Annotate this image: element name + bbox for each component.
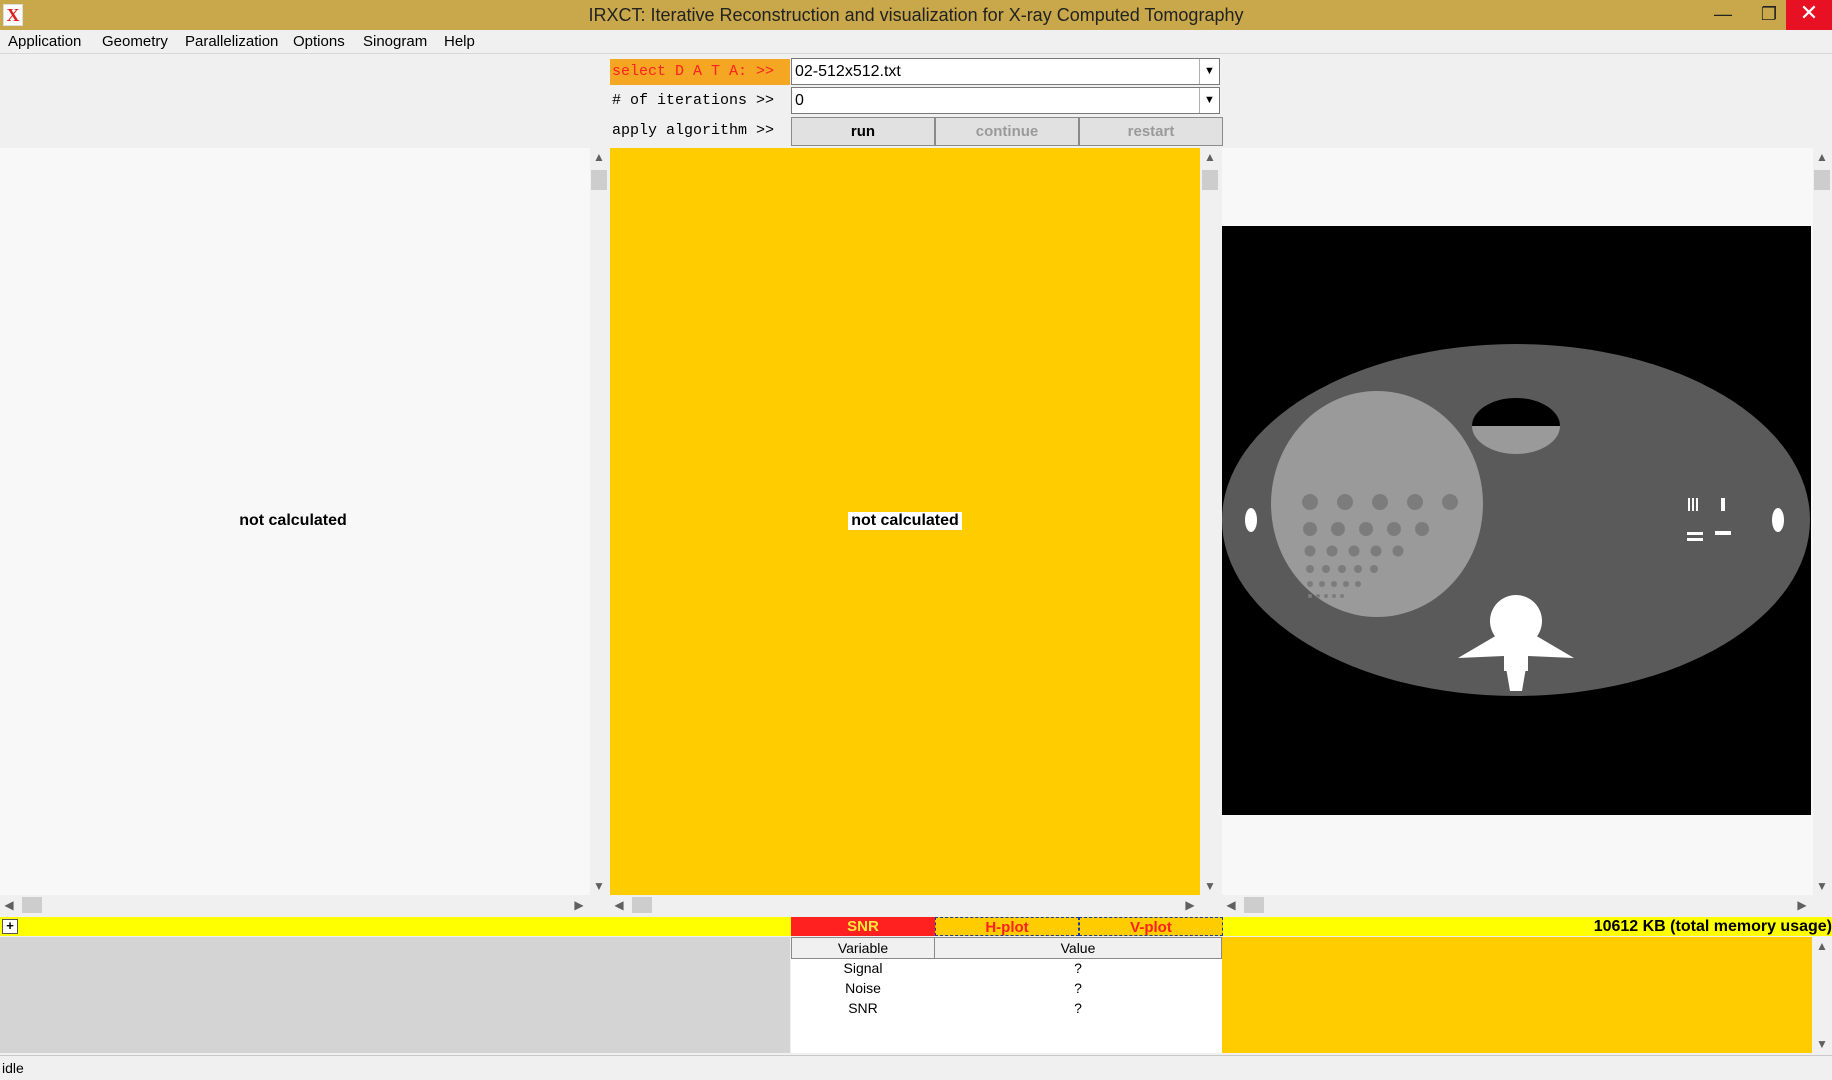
chevron-left-icon[interactable]: ◀ — [1222, 896, 1240, 914]
table-cell-variable: Signal — [843, 960, 883, 976]
table-cell-value: ? — [1074, 1000, 1082, 1016]
menu-parallelization[interactable]: Parallelization — [185, 33, 278, 50]
continue-button[interactable]: continue — [935, 117, 1079, 146]
scroll-thumb[interactable] — [1202, 170, 1218, 190]
apply-algorithm-label: apply algorithm >> — [612, 122, 775, 139]
chevron-down-icon[interactable]: ▼ — [1201, 877, 1219, 895]
select-data-label: select D A T A: >> — [610, 59, 790, 85]
iterations-combobox[interactable]: 0 ▼ — [791, 87, 1220, 114]
close-button[interactable]: ✕ — [1786, 0, 1832, 30]
chevron-right-icon[interactable]: ▶ — [1181, 896, 1199, 914]
bottom-right-scrollbar[interactable]: ▲ ▼ — [1812, 937, 1832, 1053]
menu-options[interactable]: Options — [293, 33, 345, 50]
minimize-button[interactable]: — — [1700, 0, 1746, 30]
scroll-thumb[interactable] — [632, 897, 652, 913]
middle-horizontal-scrollbar[interactable]: ◀ ▶ — [610, 896, 1201, 914]
memory-usage: 10612 KB (total memory usage) — [1593, 918, 1832, 935]
tab-snr[interactable]: SNR — [791, 917, 935, 936]
data-select-value: 02-512x512.txt — [795, 63, 901, 80]
iterations-value: 0 — [795, 92, 804, 109]
tab-v-plot[interactable]: V-plot — [1079, 917, 1223, 936]
table-cell-variable: SNR — [848, 1000, 878, 1016]
chevron-up-icon[interactable]: ▲ — [1813, 937, 1831, 955]
chevron-up-icon[interactable]: ▲ — [1201, 148, 1219, 166]
data-select-combobox[interactable]: 02-512x512.txt ▼ — [791, 58, 1220, 85]
menu-application[interactable]: Application — [8, 33, 81, 50]
window-title: IRXCT: Iterative Reconstruction and visu… — [588, 5, 1244, 25]
run-button[interactable]: run — [791, 117, 935, 146]
table-cell-value: ? — [1074, 980, 1082, 996]
status-text: idle — [2, 1060, 24, 1076]
chevron-down-icon[interactable]: ▼ — [1813, 1035, 1831, 1053]
menu-geometry[interactable]: Geometry — [102, 33, 168, 50]
scroll-thumb[interactable] — [1814, 170, 1830, 190]
chevron-left-icon[interactable]: ◀ — [0, 896, 18, 914]
phantom-ct-image — [1222, 226, 1811, 815]
restart-button[interactable]: restart — [1079, 117, 1223, 146]
chevron-down-icon[interactable]: ▼ — [1199, 59, 1219, 84]
left-status-text: not calculated — [239, 512, 347, 529]
menu-sinogram[interactable]: Sinogram — [363, 33, 427, 50]
chevron-down-icon[interactable]: ▼ — [1199, 88, 1219, 113]
table-header-value[interactable]: Value — [934, 937, 1222, 959]
scroll-thumb[interactable] — [591, 170, 607, 190]
tab-h-plot[interactable]: H-plot — [935, 917, 1079, 936]
expand-button[interactable]: + — [2, 919, 18, 934]
menu-help[interactable]: Help — [444, 33, 475, 50]
right-vertical-scrollbar[interactable]: ▲ ▼ — [1813, 148, 1831, 895]
chevron-up-icon[interactable]: ▲ — [590, 148, 608, 166]
status-bar: idle — [0, 1055, 1832, 1080]
menu-bar: Application Geometry Parallelization Opt… — [0, 30, 1832, 54]
chevron-down-icon[interactable]: ▼ — [590, 877, 608, 895]
scroll-thumb[interactable] — [22, 897, 42, 913]
phantom-ct-svg — [1222, 226, 1811, 815]
chevron-left-icon[interactable]: ◀ — [610, 896, 628, 914]
right-horizontal-scrollbar[interactable]: ◀ ▶ — [1222, 896, 1813, 914]
left-horizontal-scrollbar[interactable]: ◀ ▶ — [0, 896, 590, 914]
chevron-right-icon[interactable]: ▶ — [1793, 896, 1811, 914]
scroll-thumb[interactable] — [1244, 897, 1264, 913]
table-cell-variable: Noise — [845, 980, 881, 996]
table-cell-value: ? — [1074, 960, 1082, 976]
chevron-up-icon[interactable]: ▲ — [1813, 148, 1831, 166]
middle-status-text: not calculated — [848, 512, 962, 530]
left-vertical-scrollbar[interactable]: ▲ ▼ — [590, 148, 608, 895]
iterations-label: # of iterations >> — [612, 92, 775, 109]
table-header-variable[interactable]: Variable — [791, 937, 935, 959]
chevron-down-icon[interactable]: ▼ — [1813, 877, 1831, 895]
middle-vertical-scrollbar[interactable]: ▲ ▼ — [1201, 148, 1219, 895]
bottom-right-area — [1222, 937, 1812, 1053]
bottom-left-area — [0, 937, 790, 1053]
chevron-right-icon[interactable]: ▶ — [570, 896, 588, 914]
